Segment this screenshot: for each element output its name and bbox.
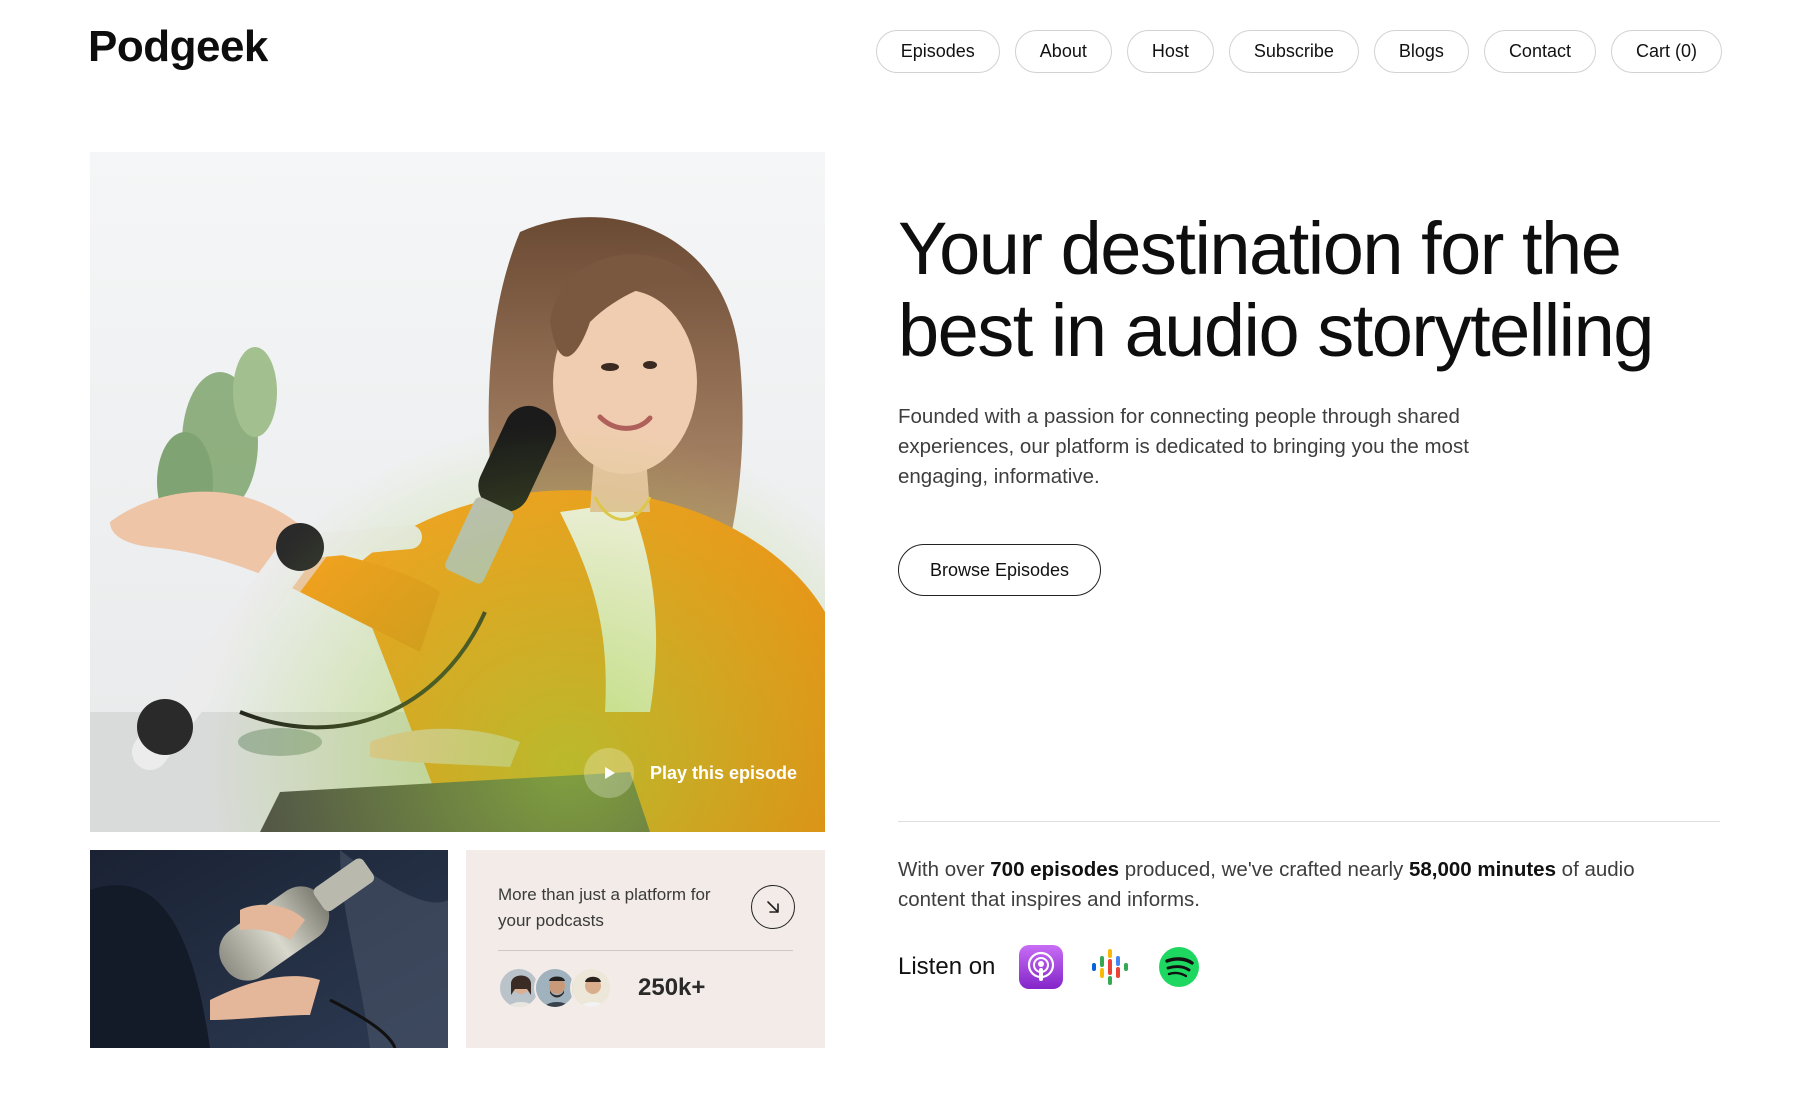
nav-host[interactable]: Host: [1126, 30, 1214, 73]
podcaster-illustration: [90, 152, 825, 832]
card-divider: [498, 950, 793, 951]
microphone-image: [90, 850, 448, 1048]
microphone-illustration: [90, 850, 448, 1048]
stats-episodes: 700 episodes: [990, 858, 1120, 881]
avatar: [570, 967, 612, 1009]
spotify-icon[interactable]: [1157, 945, 1201, 989]
listen-on-row: Listen on: [898, 945, 1226, 989]
stats-text: With over 700 episodes produced, we've c…: [898, 855, 1658, 915]
nav-contact[interactable]: Contact: [1483, 30, 1596, 73]
hero-headline: Your destination for the best in audio s…: [898, 207, 1654, 372]
google-podcasts-icon[interactable]: [1088, 945, 1132, 989]
listener-count: 250k+: [638, 974, 706, 1001]
nav-blogs[interactable]: Blogs: [1373, 30, 1469, 73]
apple-podcasts-icon[interactable]: [1019, 945, 1064, 989]
listener-avatars: [498, 967, 612, 1009]
listen-on-label: Listen on: [898, 953, 996, 980]
hero-subtitle: Founded with a passion for connecting pe…: [898, 405, 1469, 488]
nav-cart[interactable]: Cart (0): [1610, 30, 1722, 73]
card-text: More than just a platform for your podca…: [498, 885, 711, 930]
play-icon: [584, 748, 634, 798]
stats-minutes: 58,000 minutes: [1408, 858, 1556, 881]
platform-card: More than just a platform for your podca…: [466, 850, 825, 1048]
nav-episodes[interactable]: Episodes: [875, 30, 1000, 73]
play-episode-button[interactable]: Play this episode: [584, 748, 797, 798]
stats-prefix: With over: [898, 858, 991, 881]
play-episode-label: Play this episode: [650, 762, 798, 783]
arrow-down-right-icon[interactable]: [751, 885, 795, 929]
nav-about[interactable]: About: [1014, 30, 1112, 73]
stats-middle: produced, we've crafted nearly: [1119, 858, 1409, 881]
hero-image: Play this episode: [90, 152, 825, 832]
nav-subscribe[interactable]: Subscribe: [1228, 30, 1359, 73]
section-divider: [898, 821, 1720, 822]
browse-episodes-button[interactable]: Browse Episodes: [898, 544, 1101, 596]
main-nav: Episodes About Host Subscribe Blogs Cont…: [875, 30, 1722, 73]
logo[interactable]: Podgeek: [88, 22, 268, 72]
